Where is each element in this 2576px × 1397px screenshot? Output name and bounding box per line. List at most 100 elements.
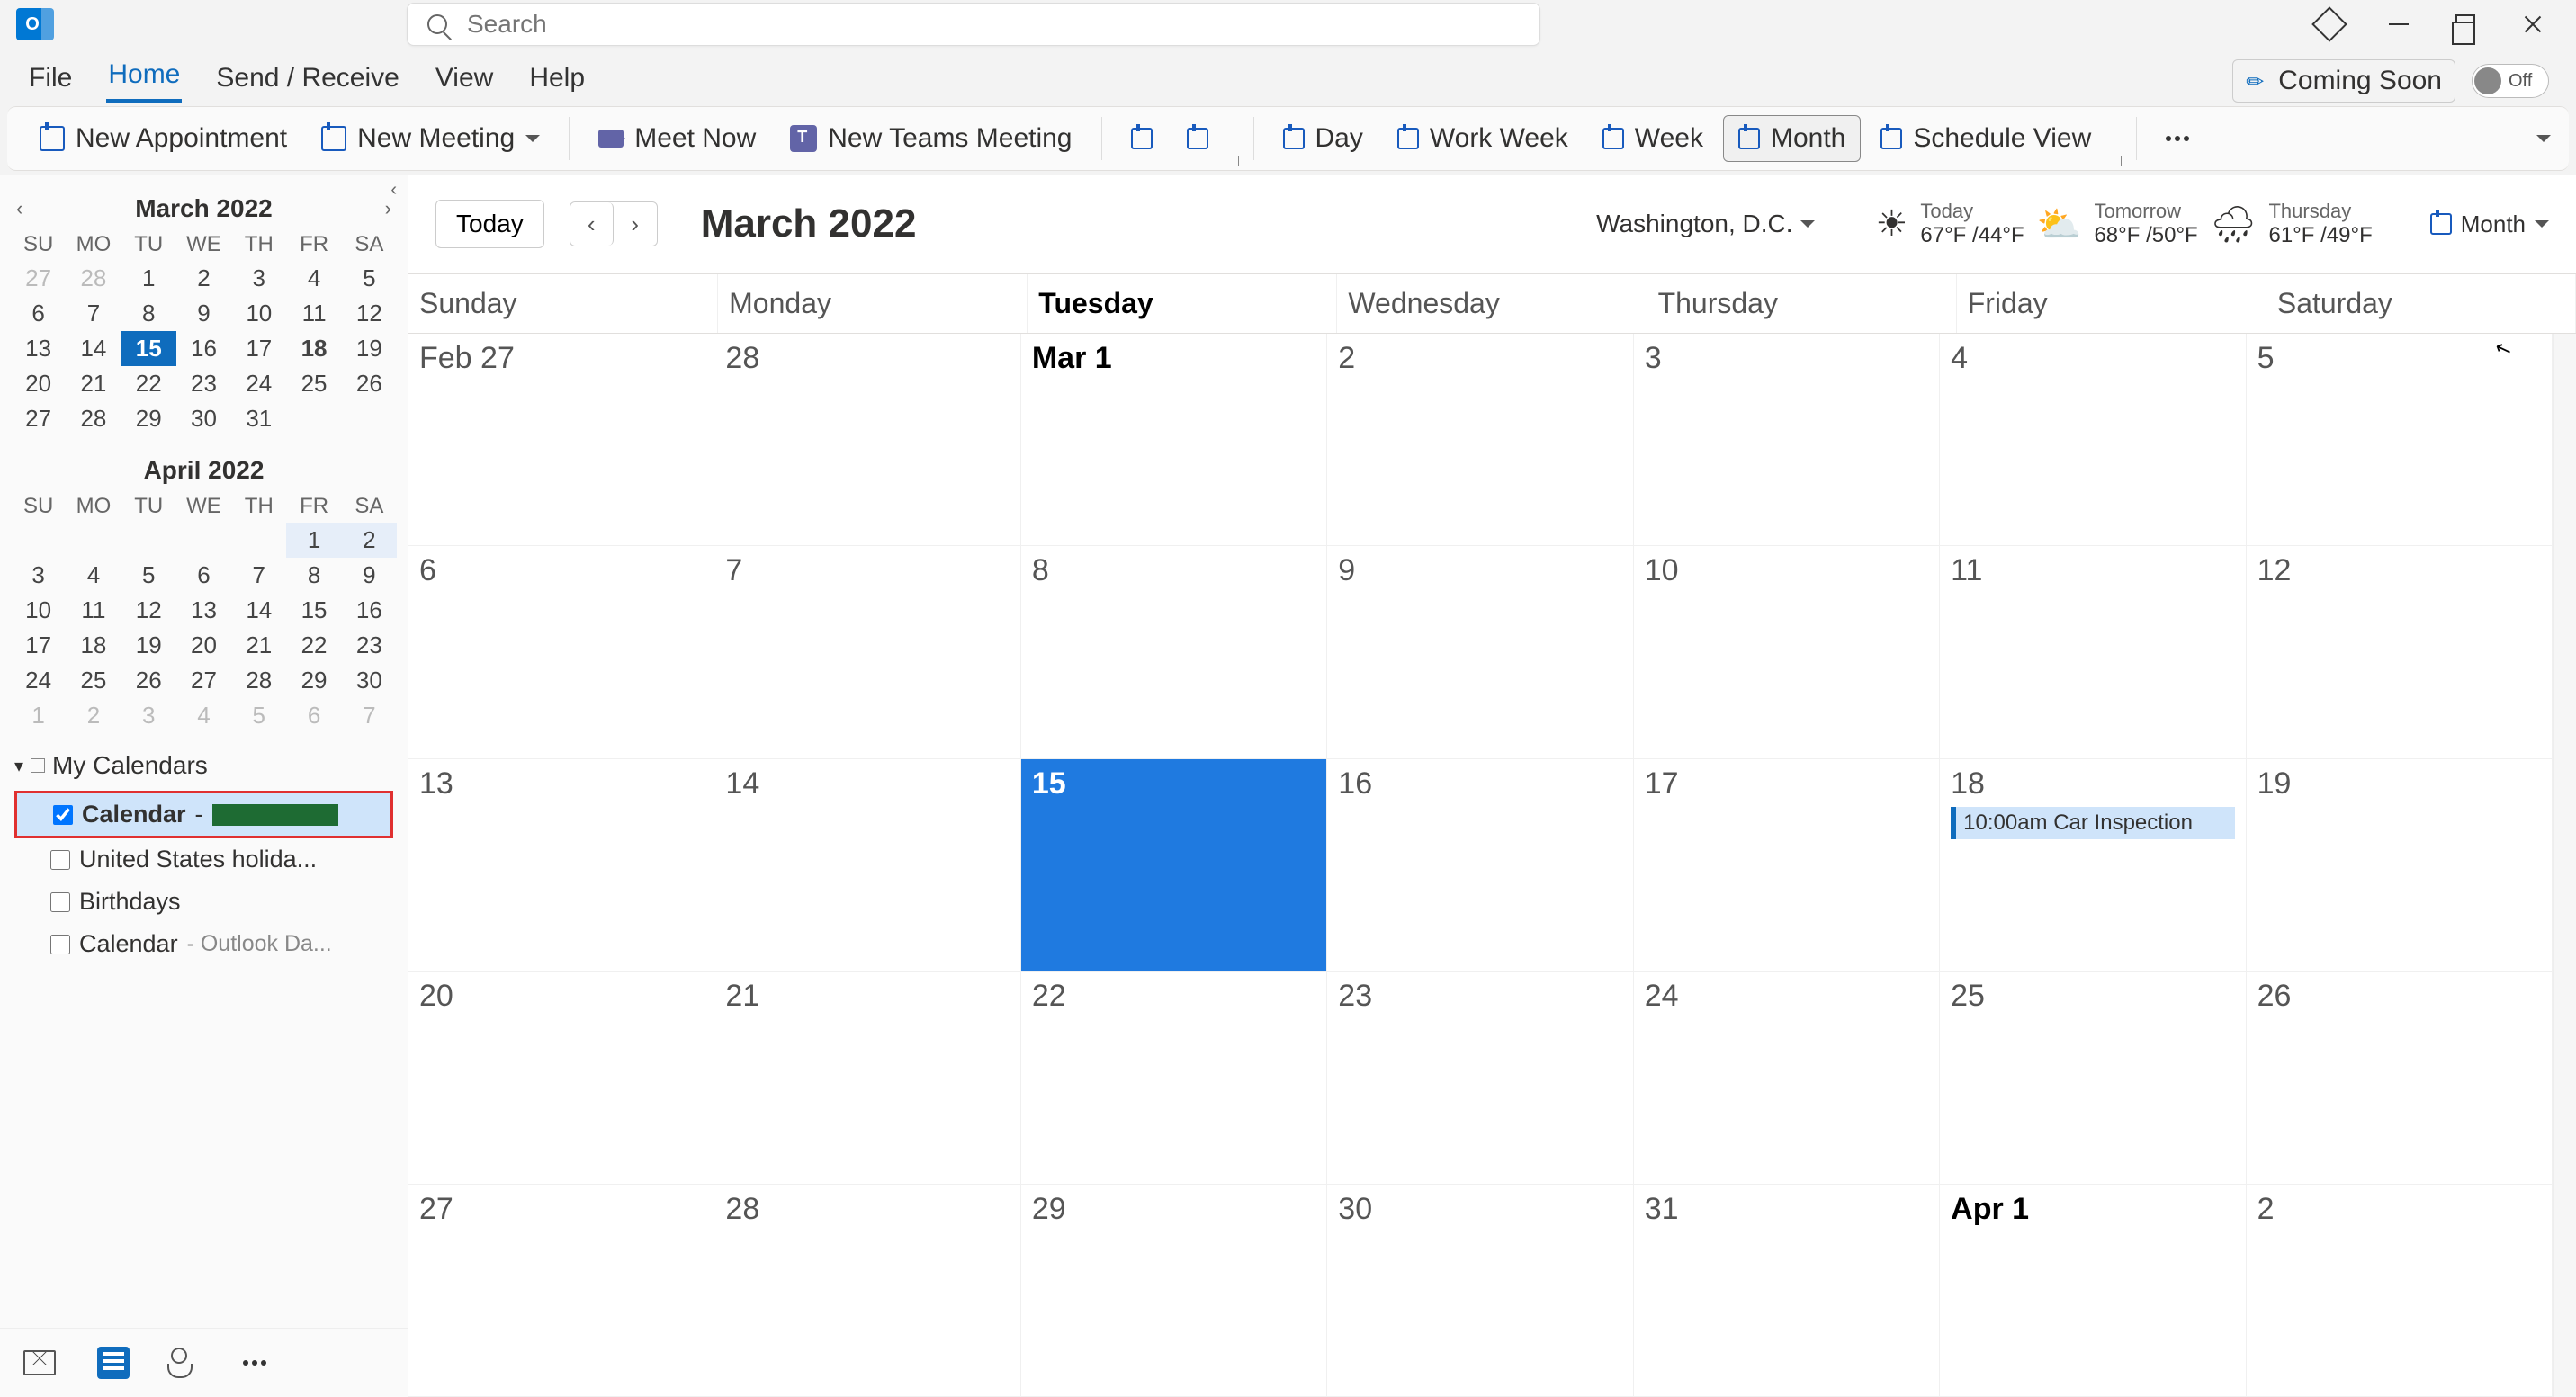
mini-day[interactable]: 29	[286, 663, 341, 698]
new-appointment-button[interactable]: New Appointment	[25, 116, 301, 161]
mini-day[interactable]: 25	[286, 366, 341, 401]
mini-day[interactable]: 2	[176, 261, 231, 296]
weather-location[interactable]: Washington, D.C.	[1596, 210, 1814, 238]
calendar-checkbox[interactable]	[50, 892, 70, 912]
menu-view[interactable]: View	[434, 58, 495, 103]
day-cell[interactable]: Mar 1	[1021, 334, 1327, 546]
mini-day[interactable]	[121, 523, 176, 558]
mini-day[interactable]: 6	[286, 698, 341, 733]
view-selector[interactable]: Month	[2430, 210, 2549, 238]
mini-day[interactable]	[231, 523, 286, 558]
group-checkbox-icon[interactable]	[31, 758, 45, 773]
people-nav-icon[interactable]	[171, 1348, 202, 1378]
day-cell[interactable]: 17	[1634, 759, 1940, 972]
day-cell[interactable]: Apr 1	[1940, 1185, 2246, 1397]
day-cell[interactable]: 9	[1327, 546, 1633, 758]
minimize-icon[interactable]	[2389, 23, 2409, 25]
day-cell[interactable]: 19	[2247, 759, 2553, 972]
new-teams-meeting-button[interactable]: New Teams Meeting	[776, 116, 1086, 161]
day-cell[interactable]: 23	[1327, 972, 1633, 1184]
mini-day[interactable]: 19	[121, 628, 176, 663]
mini-day[interactable]: 12	[121, 593, 176, 628]
mini-day[interactable]	[286, 401, 341, 436]
day-cell[interactable]: 27	[408, 1185, 714, 1397]
mini-day[interactable]: 3	[11, 558, 66, 593]
mini-day[interactable]: 13	[176, 593, 231, 628]
mini-day[interactable]: 2	[66, 698, 121, 733]
day-cell[interactable]: 7	[714, 546, 1020, 758]
mini-day[interactable]: 20	[176, 628, 231, 663]
day-cell[interactable]: 15	[1021, 759, 1327, 972]
mini-day[interactable]: 22	[286, 628, 341, 663]
mini-day[interactable]	[176, 523, 231, 558]
mini-day[interactable]: 14	[66, 331, 121, 366]
mini-day[interactable]: 21	[66, 366, 121, 401]
today-button[interactable]: Today	[435, 200, 544, 248]
calendar-checkbox[interactable]	[50, 935, 70, 954]
mini-day[interactable]: 4	[286, 261, 341, 296]
mini-day[interactable]: 6	[11, 296, 66, 331]
day-cell[interactable]: 12	[2247, 546, 2553, 758]
day-cell[interactable]: 14	[714, 759, 1020, 972]
ribbon-overflow-button[interactable]	[2151, 129, 2204, 148]
mini-day[interactable]: 1	[121, 261, 176, 296]
day-cell[interactable]: 25	[1940, 972, 2246, 1184]
mini-day[interactable]: 27	[11, 401, 66, 436]
mini-day[interactable]: 5	[121, 558, 176, 593]
mini-day[interactable]: 19	[342, 331, 397, 366]
day-cell[interactable]: Feb 27	[408, 334, 714, 546]
mini-next-icon[interactable]: ›	[385, 197, 391, 220]
day-cell[interactable]: 28	[714, 334, 1020, 546]
mini-day[interactable]: 18	[66, 628, 121, 663]
mini-day[interactable]: 23	[176, 366, 231, 401]
mini-day[interactable]: 12	[342, 296, 397, 331]
mini-day[interactable]: 7	[231, 558, 286, 593]
weather-block[interactable]: ⛅Tomorrow68°F /50°F	[2037, 200, 2198, 248]
mini-day[interactable]: 8	[286, 558, 341, 593]
new-meeting-button[interactable]: New Meeting	[307, 116, 554, 161]
mini-day[interactable]: 24	[231, 366, 286, 401]
search-box[interactable]	[407, 3, 1540, 46]
menu-home[interactable]: Home	[106, 54, 182, 103]
mini-day[interactable]: 11	[66, 593, 121, 628]
day-cell[interactable]: 30	[1327, 1185, 1633, 1397]
goto-today-button[interactable]	[1117, 121, 1167, 157]
menu-send-receive[interactable]: Send / Receive	[214, 58, 400, 103]
mini-day[interactable]: 7	[66, 296, 121, 331]
mini-day[interactable]: 13	[11, 331, 66, 366]
mini-day[interactable]: 26	[121, 663, 176, 698]
day-cell[interactable]: 2	[1327, 334, 1633, 546]
calendar-list-item[interactable]: Calendar - Outlook Da...	[14, 923, 393, 965]
coming-soon-toggle[interactable]: Off	[2472, 64, 2549, 98]
premium-diamond-icon[interactable]	[2311, 6, 2347, 42]
day-cell[interactable]: 10	[1634, 546, 1940, 758]
coming-soon-button[interactable]: Coming Soon	[2232, 59, 2455, 103]
mini-day[interactable]: 22	[121, 366, 176, 401]
day-cell[interactable]: 24	[1634, 972, 1940, 1184]
mini-day[interactable]: 2	[342, 523, 397, 558]
mini-day[interactable]: 6	[176, 558, 231, 593]
calendar-nav-icon[interactable]	[97, 1347, 130, 1379]
calendar-list-item[interactable]: Calendar -	[14, 791, 393, 838]
mini-day[interactable]: 9	[176, 296, 231, 331]
calendar-list-item[interactable]: United States holida...	[14, 838, 393, 881]
day-cell[interactable]: 21	[714, 972, 1020, 1184]
meet-now-button[interactable]: Meet Now	[584, 116, 770, 161]
weather-block[interactable]: ☀Today67°F /44°F	[1876, 200, 2024, 248]
next-month-button[interactable]: ›	[614, 202, 657, 246]
day-cell[interactable]: 2	[2247, 1185, 2553, 1397]
mini-day[interactable]: 15	[121, 331, 176, 366]
mini-day[interactable]: 9	[342, 558, 397, 593]
mini-day[interactable]: 23	[342, 628, 397, 663]
mini-day[interactable]: 15	[286, 593, 341, 628]
day-cell[interactable]: 20	[408, 972, 714, 1184]
mini-day[interactable]: 24	[11, 663, 66, 698]
mini-day[interactable]: 5	[231, 698, 286, 733]
day-cell[interactable]: 29	[1021, 1185, 1327, 1397]
day-cell[interactable]: 13	[408, 759, 714, 972]
scrollbar[interactable]	[2553, 334, 2576, 1397]
mini-day[interactable]: 26	[342, 366, 397, 401]
mini-day[interactable]: 30	[342, 663, 397, 698]
mini-day[interactable]: 29	[121, 401, 176, 436]
mini-day[interactable]: 1	[11, 698, 66, 733]
